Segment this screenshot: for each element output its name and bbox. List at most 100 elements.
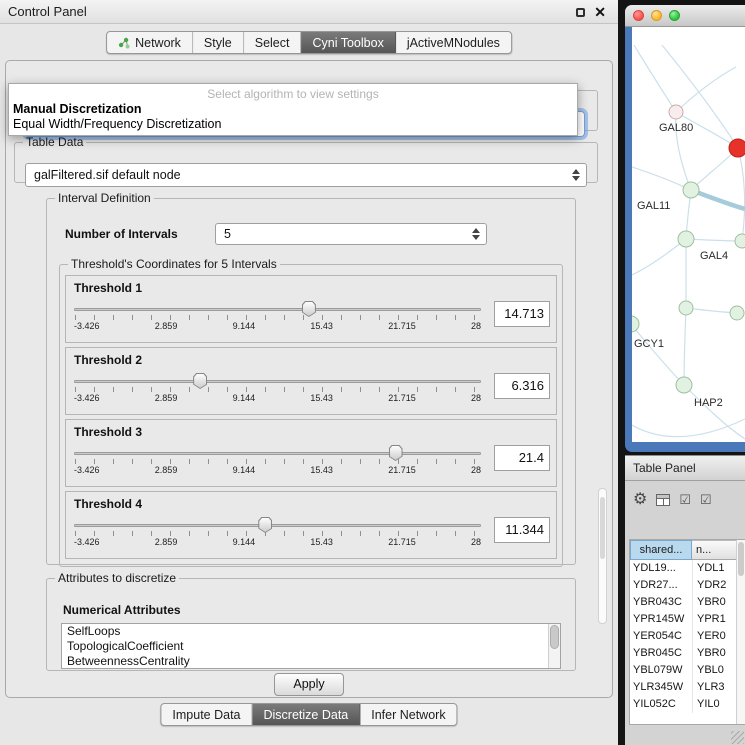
combo-stepper-icon[interactable] (472, 224, 481, 244)
list-scrollbar[interactable] (548, 624, 560, 668)
list-item[interactable]: BetweennessCentrality (62, 654, 560, 669)
tab-label: jActiveMNodules (407, 36, 500, 50)
menu-item-manual-discretization[interactable]: Manual Discretization (9, 102, 577, 117)
slider-track[interactable] (74, 380, 481, 383)
attributes-list: SelfLoops TopologicalCoefficient Between… (61, 623, 561, 669)
threshold-slider[interactable]: -3.4262.8599.14415.4321.71528 (74, 444, 481, 480)
threshold-slider[interactable]: -3.4262.8599.14415.4321.71528 (74, 372, 481, 408)
apply-button[interactable]: Apply (274, 673, 344, 696)
threshold-value-field[interactable]: 14.713 (494, 301, 550, 327)
list-item[interactable]: TopologicalCoefficient (62, 639, 560, 654)
menu-item-equal-width-frequency[interactable]: Equal Width/Frequency Discretization (9, 117, 577, 132)
table-row[interactable]: YER054CYER0 (630, 628, 745, 645)
network-window-titlebar[interactable] (625, 5, 745, 27)
thick-network-edge (691, 190, 745, 209)
node-label: GAL11 (637, 200, 670, 212)
tab-network[interactable]: Network (107, 32, 193, 53)
close-icon[interactable]: ✕ (594, 6, 606, 18)
tab-discretize-data[interactable]: Discretize Data (253, 704, 361, 725)
select-checkbox-icon[interactable]: ☑ (679, 493, 691, 507)
slider-ticks (75, 459, 480, 464)
table-toolbar: ⚙ ☑ ☑ (625, 487, 745, 513)
tab-infer-network[interactable]: Infer Network (360, 704, 456, 725)
node-hap2[interactable] (676, 377, 692, 393)
settings-scrollbar[interactable] (598, 488, 607, 624)
slider-track[interactable] (74, 308, 481, 311)
attributes-group: Attributes to discretize Numerical Attri… (46, 571, 576, 671)
table-data-legend: Table Data (23, 135, 86, 149)
algorithm-dropdown-menu: Select algorithm to view settings Manual… (8, 83, 578, 136)
threshold-label: Threshold 2 (74, 353, 142, 367)
node-gal11[interactable] (683, 182, 699, 198)
table-data-combobox[interactable]: galFiltered.sif default node (25, 163, 587, 187)
columns-icon[interactable] (656, 494, 670, 506)
settings-panel: Discretization Algorithm Table Data galF… (5, 60, 613, 698)
threshold-slider[interactable]: -3.4262.8599.14415.4321.71528 (74, 300, 481, 336)
close-traffic-light-icon[interactable] (633, 10, 644, 21)
table-row[interactable]: YIL052CYIL0 (630, 696, 745, 713)
threshold-slider[interactable]: -3.4262.8599.14415.4321.71528 (74, 516, 481, 552)
select-checkbox-icon[interactable]: ☑ (700, 493, 712, 507)
node[interactable] (679, 301, 693, 315)
scrollbar-thumb[interactable] (550, 625, 559, 649)
threshold-value-field[interactable]: 6.316 (494, 373, 550, 399)
float-window-icon[interactable] (576, 8, 585, 17)
node[interactable] (730, 306, 744, 320)
node-label: GCY1 (634, 338, 664, 350)
table-row[interactable]: YDR27...YDR2 (630, 577, 745, 594)
list-item[interactable]: SelfLoops (62, 624, 560, 639)
desktop: Control Panel ✕ Network Style (0, 0, 745, 745)
tab-cyni-toolbox[interactable]: Cyni Toolbox (301, 32, 395, 53)
interval-definition-group: Interval Definition Number of Intervals … (46, 191, 576, 565)
dropdown-placeholder: Select algorithm to view settings (9, 86, 577, 102)
resize-grip-icon[interactable] (731, 731, 744, 744)
tab-select[interactable]: Select (244, 32, 302, 53)
table-scrollbar[interactable] (736, 540, 745, 724)
scrollbar-thumb[interactable] (600, 497, 605, 559)
tab-label: Discretize Data (264, 708, 349, 722)
node-selected-red[interactable] (729, 139, 745, 157)
node-gcy1[interactable] (632, 316, 639, 332)
minimize-traffic-light-icon[interactable] (651, 10, 662, 21)
node[interactable] (735, 234, 745, 248)
slider-scale: -3.4262.8599.14415.4321.71528 (74, 537, 481, 547)
control-panel-window: Control Panel ✕ Network Style (0, 0, 618, 745)
table-row[interactable]: YDL19...YDL1 (630, 560, 745, 577)
slider-thumb[interactable] (302, 301, 316, 317)
attributes-group-legend: Attributes to discretize (55, 571, 179, 585)
control-panel-titlebar[interactable]: Control Panel ✕ (0, 0, 618, 24)
node-gal4[interactable] (678, 231, 694, 247)
combo-stepper-icon[interactable] (572, 164, 581, 186)
scrollbar-thumb[interactable] (738, 542, 744, 576)
network-canvas[interactable]: GAL80 GAL11 GAL4 GCY1 HAP2 (632, 27, 745, 442)
slider-thumb[interactable] (389, 445, 403, 461)
table-panel-header[interactable]: Table Panel (625, 455, 745, 481)
slider-track[interactable] (74, 452, 481, 455)
slider-scale: -3.4262.8599.14415.4321.71528 (74, 393, 481, 403)
table-row[interactable]: YBR045CYBR0 (630, 645, 745, 662)
table-row[interactable]: YBR043CYBR0 (630, 594, 745, 611)
interval-definition-legend: Interval Definition (55, 191, 154, 205)
number-of-intervals-combobox[interactable]: 5 (215, 223, 487, 245)
tab-label: Select (255, 36, 290, 50)
table-row[interactable]: YBL079WYBL0 (630, 662, 745, 679)
node-gal80[interactable] (669, 105, 683, 119)
tab-jactivemnodules[interactable]: jActiveMNodules (396, 32, 511, 53)
gear-icon[interactable]: ⚙ (633, 492, 647, 508)
table-row[interactable]: YPR145WYPR1 (630, 611, 745, 628)
tab-style[interactable]: Style (193, 32, 244, 53)
tab-label: Cyni Toolbox (312, 36, 383, 50)
threshold-panel: Threshold 3 -3.4262.8599.14415.4321.7152… (65, 419, 557, 487)
threshold-value-field[interactable]: 11.344 (494, 517, 550, 543)
slider-track[interactable] (74, 524, 481, 527)
zoom-traffic-light-icon[interactable] (669, 10, 680, 21)
slider-thumb[interactable] (193, 373, 207, 389)
node-label: HAP2 (694, 397, 723, 409)
threshold-panel: Threshold 2 -3.4262.8599.14415.4321.7152… (65, 347, 557, 415)
slider-ticks (75, 387, 480, 392)
column-header-shared-name[interactable]: shared... (630, 540, 692, 560)
table-row[interactable]: YLR345WYLR3 (630, 679, 745, 696)
tab-impute-data[interactable]: Impute Data (161, 704, 252, 725)
threshold-value-field[interactable]: 21.4 (494, 445, 550, 471)
slider-thumb[interactable] (258, 517, 272, 533)
